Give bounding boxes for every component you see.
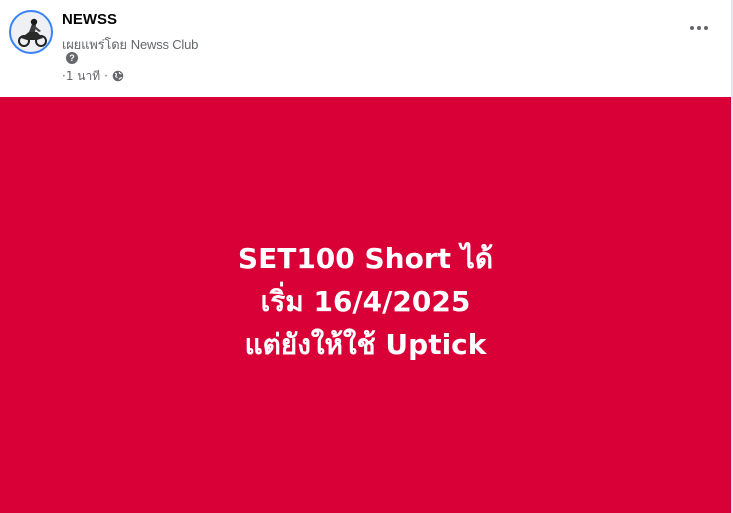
post-meta: · 1 นาที · (62, 68, 124, 84)
post-text-card[interactable]: SET100 Short ได้ เริ่ม 16/4/2025 แต่ยังใ… (0, 97, 731, 513)
post-header: NEWSS เผยแพร่โดย Newss Club ? · 1 นาที · (0, 0, 733, 97)
more-horizontal-icon (690, 26, 694, 30)
more-horizontal-icon (704, 26, 708, 30)
more-options-button[interactable] (686, 18, 712, 38)
published-by-line: เผยแพร่โดย Newss Club (62, 34, 198, 55)
post-text-line: แต่ยังให้ใช้ Uptick (244, 328, 487, 361)
published-by-prefix: เผยแพร่โดย (62, 38, 131, 53)
published-by-name[interactable]: Newss Club (131, 37, 199, 52)
post-text: SET100 Short ได้ เริ่ม 16/4/2025 แต่ยังใ… (238, 237, 493, 366)
motorcycle-rider-icon (18, 18, 47, 47)
post-text-line: SET100 Short ได้ (237, 242, 494, 275)
globe-icon[interactable] (112, 70, 124, 82)
more-horizontal-icon (697, 26, 701, 30)
meta-separator: · (104, 69, 108, 83)
post-text-line: เริ่ม 16/4/2025 (260, 285, 471, 318)
post-timestamp[interactable]: 1 นาที (66, 67, 100, 86)
page-avatar[interactable] (9, 10, 53, 54)
help-icon[interactable]: ? (66, 52, 78, 64)
page-name[interactable]: NEWSS (62, 11, 117, 28)
